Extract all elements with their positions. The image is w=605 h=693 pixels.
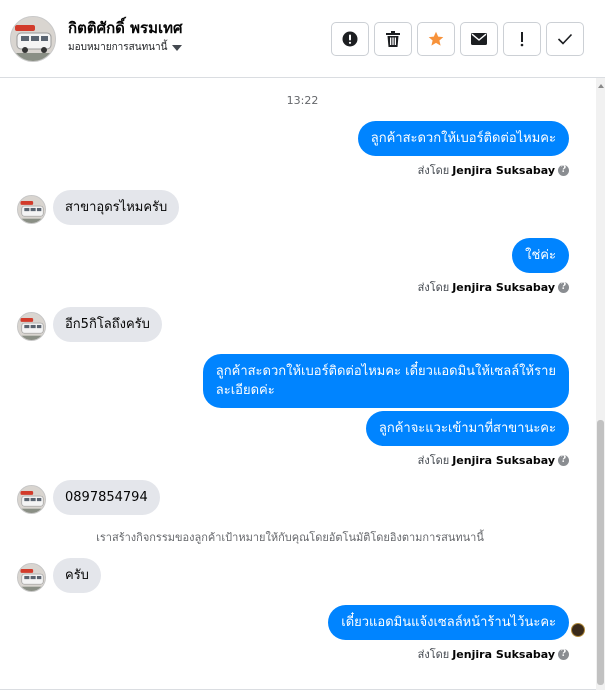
incoming-message[interactable]: สาขาอุดรไหมครับ — [53, 190, 180, 225]
message-line: ลูกค้าสะดวกให้เบอร์ติดต่อไหมคะ เดี๋ยวแอด… — [215, 364, 556, 379]
info-icon[interactable]: ? — [558, 281, 569, 293]
sent-by-label: ส่งโดย Jenjira Suksabay ? — [418, 451, 569, 469]
star-icon — [428, 31, 444, 46]
exclamation-icon — [520, 32, 524, 47]
caret-down-icon — [172, 44, 183, 51]
delete-button[interactable] — [374, 22, 412, 56]
trash-icon — [386, 31, 400, 47]
contact-avatar-small — [17, 195, 46, 224]
sent-by-prefix: ส่งโดย — [417, 281, 450, 294]
sent-by-label: ส่งโดย Jenjira Suksabay ? — [418, 645, 569, 663]
sent-by-label: ส่งโดย Jenjira Suksabay ? — [418, 161, 569, 179]
sender-name: Jenjira Suksabay — [452, 647, 555, 661]
outgoing-message[interactable]: เดี๋ยวแอดมินแจ้งเซลล์หน้าร้านไว้นะคะ — [328, 605, 569, 640]
read-receipt-avatar — [571, 623, 585, 637]
scrollbar-thumb[interactable] — [597, 420, 604, 685]
outgoing-message[interactable]: ลูกค้าสะดวกให้เบอร์ติดต่อไหมคะ — [357, 121, 569, 156]
outgoing-message[interactable]: ลูกค้าสะดวกให้เบอร์ติดต่อไหมคะ เดี๋ยวแอด… — [202, 354, 569, 408]
info-icon[interactable]: ? — [558, 648, 569, 660]
follow-up-button[interactable] — [503, 22, 541, 56]
message-timestamp: 13:22 — [286, 94, 319, 107]
info-icon[interactable]: ? — [558, 454, 569, 466]
incoming-message[interactable]: อีก5กิโลถึงครับ — [53, 307, 162, 342]
system-note: เราสร้างกิจกรรมของลูกค้าเป้าหมายให้กับคุ… — [96, 531, 484, 544]
sent-by-prefix: ส่งโดย — [417, 648, 450, 661]
report-spam-button[interactable] — [331, 22, 369, 56]
info-icon[interactable]: ? — [558, 164, 569, 176]
contact-name: กิตติศักดิ์ พรมเทศ — [68, 19, 183, 37]
contact-avatar-small — [17, 485, 46, 514]
exclamation-circle-icon — [342, 31, 358, 47]
contact-avatar[interactable] — [10, 16, 56, 62]
star-button[interactable] — [417, 22, 455, 56]
scroll-up-arrow-icon[interactable] — [598, 84, 604, 88]
incoming-message[interactable]: 0897854794 — [53, 480, 160, 515]
mark-done-button[interactable] — [546, 22, 584, 56]
sent-by-prefix: ส่งโดย — [417, 454, 450, 467]
envelope-icon — [471, 33, 487, 45]
outgoing-message[interactable]: ใช่ค่ะ — [512, 238, 569, 273]
checkmark-icon — [557, 33, 573, 45]
sent-by-label: ส่งโดย Jenjira Suksabay ? — [418, 278, 569, 296]
outgoing-message[interactable]: ลูกค้าจะแวะเข้ามาที่สาขานะคะ — [365, 411, 569, 446]
message-line: ละเอียดค่ะ — [215, 383, 275, 398]
conversation-header: กิตติศักดิ์ พรมเทศ มอบหมายการสนทนานี้ — [0, 0, 605, 78]
assign-label: มอบหมายการสนทนานี้ — [68, 42, 168, 53]
sender-name: Jenjira Suksabay — [452, 280, 555, 294]
incoming-message[interactable]: ครับ — [53, 558, 101, 593]
contact-avatar-small — [17, 312, 46, 341]
composer-divider — [0, 689, 596, 690]
sender-name: Jenjira Suksabay — [452, 453, 555, 467]
sender-name: Jenjira Suksabay — [452, 163, 555, 177]
sent-by-prefix: ส่งโดย — [417, 164, 450, 177]
mark-unread-button[interactable] — [460, 22, 498, 56]
contact-avatar-small — [17, 563, 46, 592]
assign-conversation-dropdown[interactable]: มอบหมายการสนทนานี้ — [68, 40, 183, 55]
conversation-toolbar — [331, 22, 584, 56]
